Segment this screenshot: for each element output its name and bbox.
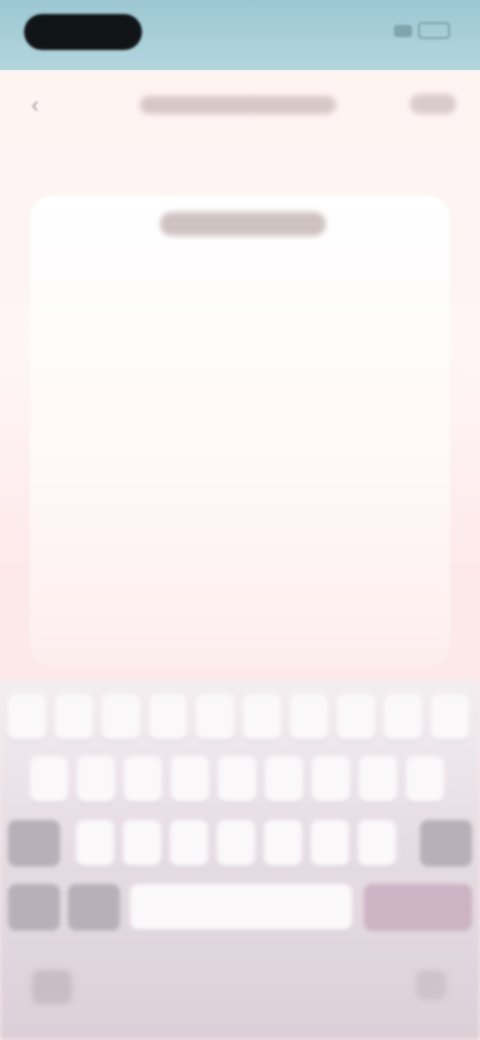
keyboard-key[interactable]: [123, 820, 161, 866]
backspace-key[interactable]: [420, 820, 472, 866]
app-screen: ‹: [0, 0, 480, 1040]
card-title: [160, 212, 326, 236]
keyboard-key[interactable]: [30, 756, 68, 802]
keyboard-key[interactable]: [218, 756, 256, 802]
status-time: [24, 14, 142, 50]
keyboard-key[interactable]: [102, 694, 140, 740]
status-bar: [0, 0, 480, 70]
emoji-key[interactable]: [68, 884, 120, 930]
status-icons: [394, 22, 450, 39]
space-key[interactable]: [130, 884, 352, 930]
battery-icon: [418, 22, 450, 39]
keyboard-key[interactable]: [170, 820, 208, 866]
keyboard-key[interactable]: [265, 756, 303, 802]
nav-action-button[interactable]: [410, 94, 456, 114]
globe-icon[interactable]: [32, 970, 72, 1004]
keyboard-key[interactable]: [8, 694, 46, 740]
shift-key[interactable]: [8, 820, 60, 866]
keyboard-key[interactable]: [77, 756, 115, 802]
keyboard-key[interactable]: [76, 820, 114, 866]
keyboard-key[interactable]: [55, 694, 93, 740]
keyboard-key[interactable]: [431, 694, 469, 740]
keyboard-key[interactable]: [243, 694, 281, 740]
microphone-icon[interactable]: [416, 970, 446, 1000]
page-title: [140, 92, 340, 118]
back-arrow-icon[interactable]: ‹: [24, 92, 46, 117]
navigation-bar: ‹: [0, 70, 480, 140]
keyboard-key[interactable]: [312, 756, 350, 802]
keyboard-key[interactable]: [384, 694, 422, 740]
keyboard-key[interactable]: [290, 694, 328, 740]
keyboard-key[interactable]: [359, 756, 397, 802]
signal-icon: [394, 24, 412, 37]
text-input[interactable]: [50, 270, 434, 654]
number-toggle-key[interactable]: [8, 884, 60, 930]
keyboard-key[interactable]: [311, 820, 349, 866]
keyboard-key[interactable]: [337, 694, 375, 740]
onscreen-keyboard: [0, 680, 480, 1040]
return-key[interactable]: [364, 884, 472, 930]
keyboard-key[interactable]: [264, 820, 302, 866]
keyboard-key[interactable]: [217, 820, 255, 866]
keyboard-key[interactable]: [358, 820, 396, 866]
keyboard-key[interactable]: [196, 694, 234, 740]
keyboard-key[interactable]: [149, 694, 187, 740]
keyboard-key[interactable]: [406, 756, 444, 802]
keyboard-key[interactable]: [171, 756, 209, 802]
keyboard-key[interactable]: [124, 756, 162, 802]
